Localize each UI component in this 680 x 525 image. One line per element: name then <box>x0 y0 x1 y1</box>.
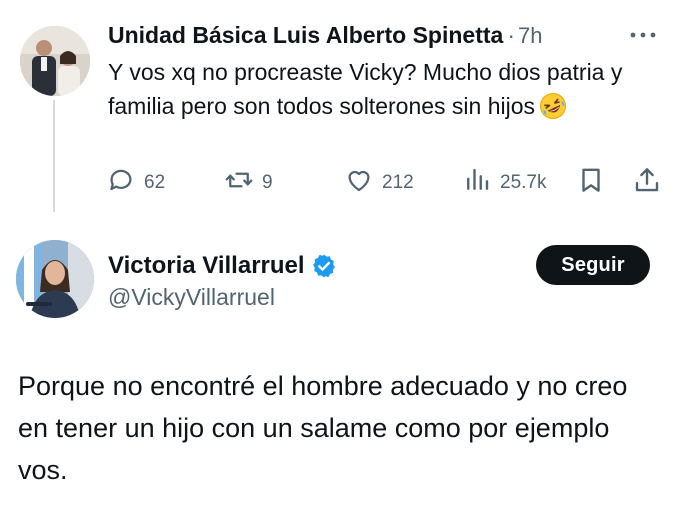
rolling-on-floor-laughing-icon <box>539 92 567 120</box>
main-tweet-text: Porque no encontré el hombre adecuado y … <box>18 371 628 485</box>
reply-tweet-actions: 62 9 212 25.7k <box>106 166 668 200</box>
retweet-button[interactable]: 9 <box>224 166 273 200</box>
reply-button[interactable]: 62 <box>106 166 165 200</box>
follow-button[interactable]: Seguir <box>536 245 650 285</box>
reply-count: 62 <box>144 172 166 193</box>
share-button[interactable] <box>632 166 662 200</box>
like-button[interactable]: 212 <box>344 166 414 200</box>
retweet-icon <box>224 165 254 201</box>
views-button[interactable]: 25.7k <box>462 166 546 200</box>
bookmark-button[interactable] <box>576 166 606 200</box>
share-icon <box>632 165 662 201</box>
reply-timestamp[interactable]: 7h <box>518 23 542 49</box>
main-author-handle[interactable]: @VickyVillarruel <box>108 284 275 311</box>
like-icon <box>344 165 374 201</box>
retweet-count: 9 <box>262 172 273 193</box>
reply-author-avatar[interactable] <box>20 26 90 96</box>
bookmark-icon <box>576 165 606 201</box>
main-author-avatar[interactable] <box>16 240 94 318</box>
views-icon <box>462 165 492 201</box>
reply-tweet-header: Unidad Básica Luis Alberto Spinetta · 7h <box>108 22 542 49</box>
like-count: 212 <box>382 172 414 193</box>
thread-connector-line <box>53 100 55 212</box>
views-count: 25.7k <box>500 172 547 193</box>
reply-author-name[interactable]: Unidad Básica Luis Alberto Spinetta <box>108 22 503 49</box>
reply-tweet-text: Y vos xq no procreaste Vicky? Mucho dios… <box>108 55 658 123</box>
header-separator: · <box>507 22 515 48</box>
main-author-name-row: Victoria Villarruel <box>108 252 337 280</box>
more-icon[interactable] <box>628 24 658 46</box>
main-author-name[interactable]: Victoria Villarruel <box>108 252 305 280</box>
reply-icon <box>106 165 136 201</box>
verified-badge-icon[interactable] <box>311 253 337 279</box>
